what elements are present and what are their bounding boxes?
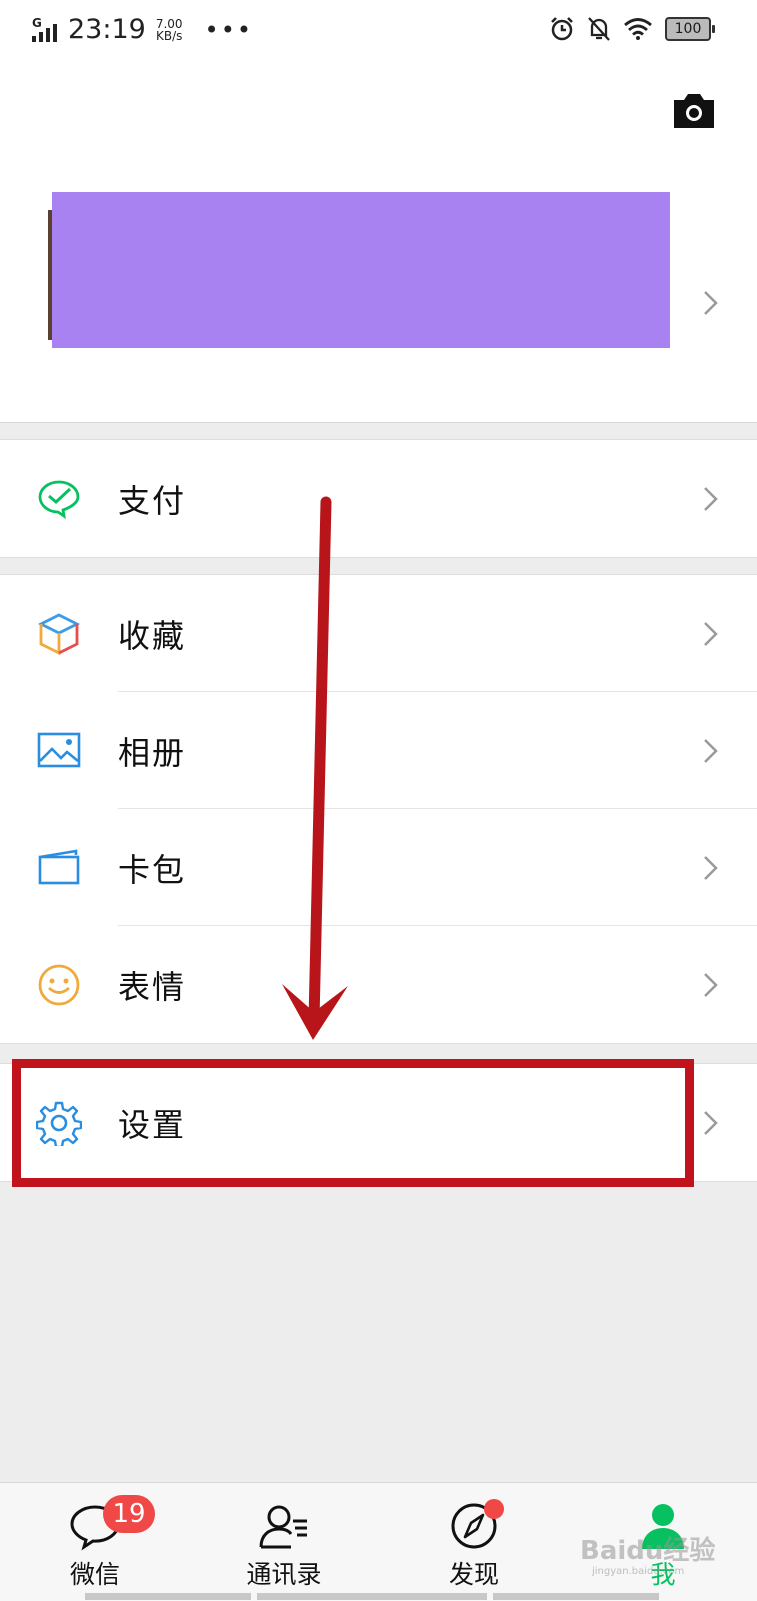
mute-bell-icon bbox=[588, 17, 610, 41]
chevron-right-icon bbox=[704, 972, 718, 997]
unread-badge: 19 bbox=[103, 1495, 155, 1533]
tab-chats[interactable]: 19 微信 bbox=[35, 1483, 155, 1601]
card-wallet-icon bbox=[38, 848, 80, 884]
status-bar: G 23:19 7.00 KB/s ••• 100 bbox=[0, 0, 757, 60]
chevron-right-icon bbox=[704, 1110, 718, 1135]
tab-label-chats: 微信 bbox=[69, 1560, 120, 1589]
wifi-icon bbox=[624, 18, 652, 40]
tab-label-discover: 发现 bbox=[448, 1560, 499, 1589]
menu-label-cards: 卡包 bbox=[118, 850, 187, 889]
chevron-right-icon bbox=[704, 621, 718, 646]
menu-item-stickers[interactable]: 表情 bbox=[0, 926, 757, 1043]
menu-label-album: 相册 bbox=[118, 733, 187, 772]
menu-label-favorites: 收藏 bbox=[118, 616, 187, 655]
more-notifications: ••• bbox=[204, 15, 253, 44]
bottom-strips bbox=[0, 1593, 757, 1600]
album-picture-icon bbox=[37, 732, 81, 767]
status-left: G 23:19 7.00 KB/s ••• bbox=[30, 14, 253, 45]
menu-item-pay[interactable]: 支付 bbox=[0, 440, 757, 557]
new-content-dot bbox=[484, 1499, 504, 1519]
status-right: 100 bbox=[549, 16, 715, 42]
speed-unit: KB/s bbox=[155, 28, 183, 43]
menu-label-stickers: 表情 bbox=[118, 967, 187, 1006]
menu-item-cards[interactable]: 卡包 bbox=[0, 809, 757, 926]
profile-section[interactable] bbox=[0, 60, 757, 423]
chevron-right-icon bbox=[704, 738, 718, 763]
network-type: G bbox=[32, 15, 42, 30]
smiley-icon bbox=[38, 964, 80, 1005]
chevron-right-icon bbox=[704, 486, 718, 511]
tab-label-contacts: 通讯录 bbox=[246, 1560, 322, 1589]
wechat-pay-icon bbox=[38, 480, 80, 519]
signal-icon: G bbox=[30, 16, 62, 44]
watermark-url: jingyan.baidu.com bbox=[592, 1566, 685, 1577]
camera-icon[interactable] bbox=[671, 90, 717, 130]
menu-item-favorites[interactable]: 收藏 bbox=[0, 575, 757, 692]
menu-group-features: 收藏 相册 卡包 表情 bbox=[0, 574, 757, 1044]
menu-label-pay: 支付 bbox=[118, 481, 187, 520]
chevron-right-icon bbox=[704, 291, 718, 315]
tab-contacts[interactable]: 通讯录 bbox=[224, 1483, 344, 1601]
tab-discover[interactable]: 发现 bbox=[414, 1483, 534, 1601]
speed-value: 7.00 bbox=[155, 16, 183, 31]
battery-indicator: 100 bbox=[665, 17, 715, 41]
settings-highlight-box bbox=[12, 1059, 694, 1187]
menu-item-album[interactable]: 相册 bbox=[0, 692, 757, 809]
contacts-icon bbox=[259, 1505, 307, 1549]
network-speed: 7.00 KB/s bbox=[156, 18, 183, 42]
clock: 23:19 bbox=[68, 14, 146, 45]
watermark: Baidu经验 bbox=[580, 1536, 716, 1566]
alarm-icon bbox=[551, 17, 573, 41]
chevron-right-icon bbox=[704, 855, 718, 880]
favorites-cube-icon bbox=[37, 612, 81, 655]
redacted-profile-info bbox=[52, 192, 670, 348]
menu-group-pay: 支付 bbox=[0, 439, 757, 558]
